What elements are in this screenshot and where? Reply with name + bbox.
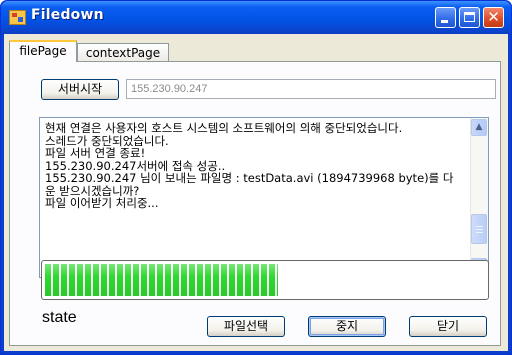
title-bar[interactable]: Filedown ✕ <box>1 1 511 34</box>
window-title: Filedown <box>31 7 104 23</box>
grip-line <box>476 229 483 230</box>
close-button[interactable]: ✕ <box>483 7 504 28</box>
chevron-up-icon: ▲ <box>475 122 483 132</box>
log-line: 파일 서버 연결 종료! <box>45 146 146 160</box>
download-progress-bar <box>41 260 489 300</box>
minimize-button[interactable] <box>435 7 456 28</box>
scroll-thumb[interactable] <box>471 214 487 244</box>
log-scrollbar[interactable]: ▲ ▼ <box>470 118 488 276</box>
tab-filepage[interactable]: filePage <box>9 40 77 62</box>
log-textbox[interactable]: 현재 연결은 사용자의 호스트 시스템의 소프트웨어의 의해 중단되었습니다. … <box>39 117 489 278</box>
log-text: 현재 연결은 사용자의 호스트 시스템의 소프트웨어의 의해 중단되었습니다. … <box>45 122 463 210</box>
tab-label: filePage <box>19 44 67 58</box>
server-ip-field[interactable]: 155.230.90.247 <box>126 79 496 99</box>
tab-contextpage[interactable]: contextPage <box>77 43 169 61</box>
maximize-button[interactable] <box>459 7 480 28</box>
stop-button[interactable]: 중지 <box>308 316 386 337</box>
grip-line <box>476 226 483 227</box>
app-window: Filedown ✕ filePage contextPage 서버시작 155… <box>0 0 512 355</box>
server-start-button[interactable]: 서버시작 <box>41 79 119 100</box>
minimize-icon <box>441 20 448 23</box>
log-line: 155.230.90.247 님이 보내는 파일명 : testData.avi… <box>45 171 454 198</box>
progress-fill <box>45 264 278 296</box>
log-line: 파일 이어받기 처리중... <box>45 196 159 210</box>
app-icon <box>9 10 26 25</box>
close-icon: ✕ <box>487 8 500 26</box>
state-label: state <box>42 309 77 326</box>
tab-label: contextPage <box>85 46 161 60</box>
close-dialog-button[interactable]: 닫기 <box>409 316 487 337</box>
maximize-icon <box>464 12 475 22</box>
grip-line <box>476 232 483 233</box>
client-area: filePage contextPage 서버시작 155.230.90.247… <box>4 34 508 351</box>
scroll-up-button[interactable]: ▲ <box>471 119 487 136</box>
select-file-button[interactable]: 파일선택 <box>207 316 285 337</box>
log-line: 현재 연결은 사용자의 호스트 시스템의 소프트웨어의 의해 중단되었습니다. <box>45 121 403 135</box>
